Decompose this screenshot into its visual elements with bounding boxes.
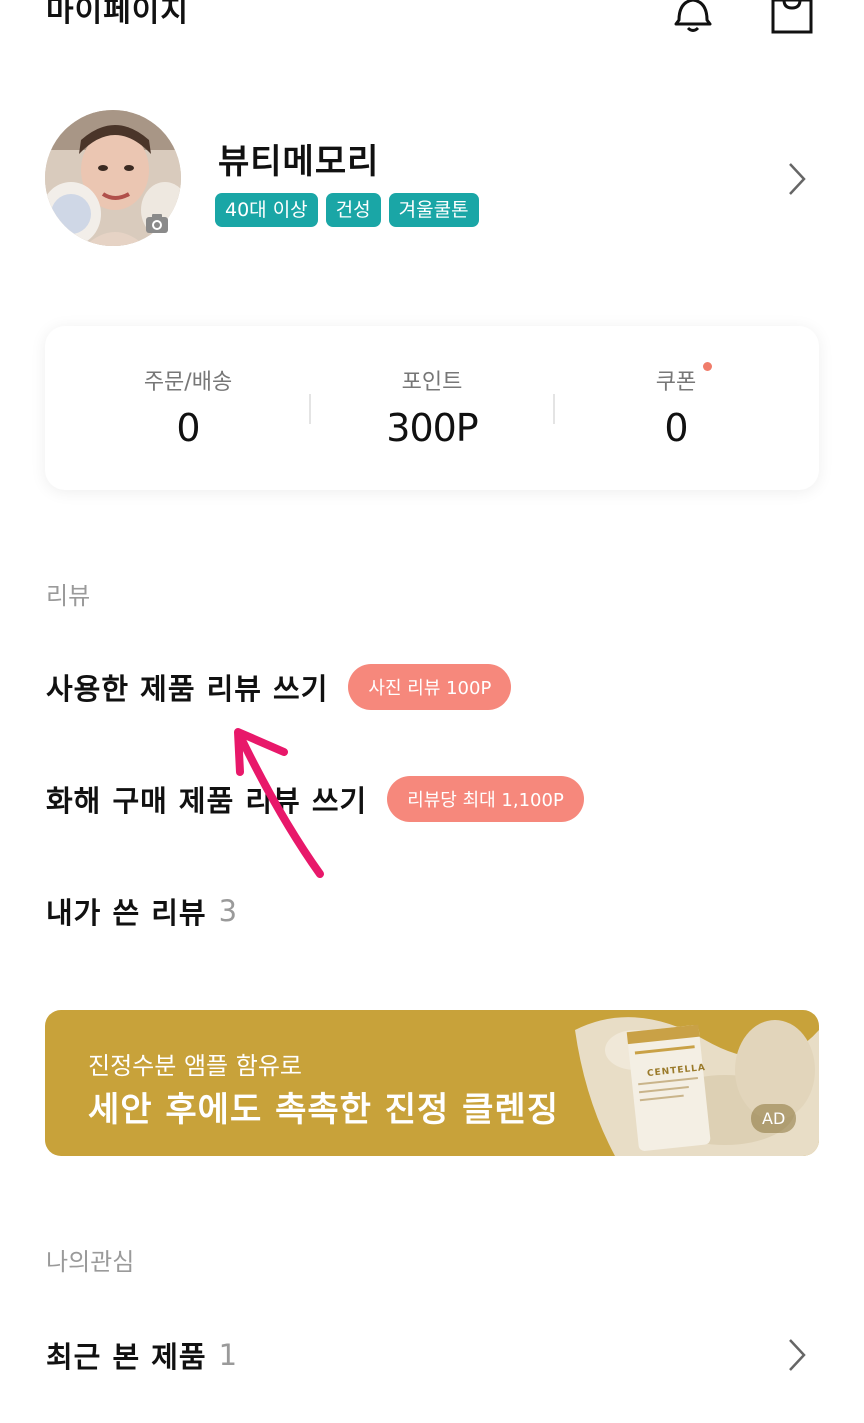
- stat-coupons[interactable]: 쿠폰 0: [556, 364, 796, 450]
- profile-tags: 40대 이상 건성 겨울쿨톤: [215, 193, 479, 227]
- ad-banner[interactable]: 진정수분 앰플 함유로 세안 후에도 촉촉한 진정 클렌징 CENTELLA A…: [45, 1010, 819, 1156]
- ad-badge: AD: [751, 1104, 797, 1133]
- camera-icon[interactable]: [138, 205, 176, 243]
- chevron-right-icon[interactable]: [786, 1336, 808, 1374]
- section-label-interest: 나의관심: [46, 1248, 135, 1276]
- shopping-bag-icon[interactable]: [769, 0, 815, 36]
- stat-points-label: 포인트: [401, 370, 463, 395]
- coupon-new-dot: [703, 362, 712, 371]
- menu-my-reviews-label: 내가 쓴 리뷰: [46, 896, 207, 930]
- section-label-review: 리뷰: [46, 582, 91, 610]
- stat-orders-value: 0: [176, 406, 200, 450]
- my-reviews-count: 3: [218, 894, 239, 928]
- stat-orders[interactable]: 주문/배송 0: [68, 364, 308, 450]
- stats-card: 주문/배송 0 포인트 300P 쿠폰 0: [45, 326, 819, 490]
- chevron-right-icon[interactable]: [786, 160, 808, 198]
- menu-write-used-review-label: 사용한 제품 리뷰 쓰기: [46, 672, 329, 706]
- review-reward-pill: 리뷰당 최대 1,100P: [387, 776, 584, 822]
- ad-banner-subtitle: 진정수분 앰플 함유로: [88, 1052, 302, 1080]
- menu-recently-viewed-label: 최근 본 제품: [46, 1340, 207, 1374]
- stat-points-value: 300P: [386, 406, 478, 450]
- menu-write-used-review[interactable]: 사용한 제품 리뷰 쓰기 사진 리뷰 100P: [46, 664, 512, 710]
- profile-tag-skin-type: 건성: [325, 193, 381, 227]
- annotation-arrow: [220, 718, 340, 888]
- stat-coupons-label: 쿠폰: [655, 370, 697, 395]
- recently-viewed-count: 1: [218, 1338, 239, 1372]
- stat-orders-label: 주문/배송: [143, 370, 233, 395]
- profile-tag-tone: 겨울쿨톤: [388, 193, 479, 227]
- menu-my-reviews[interactable]: 내가 쓴 리뷰 3: [46, 890, 238, 932]
- stat-divider: [553, 394, 555, 424]
- profile-tag-age: 40대 이상: [215, 193, 318, 227]
- my-page-screen: 마이페이지 뷰티메모리 40대 이상 건성 겨울쿨톤 주문/배송 0 포인트 3…: [0, 0, 864, 1423]
- profile-username[interactable]: 뷰티메모리: [218, 134, 379, 183]
- photo-review-pill: 사진 리뷰 100P: [348, 664, 512, 710]
- ad-banner-product-image: CENTELLA: [575, 1010, 819, 1156]
- page-title: 마이페이지: [46, 0, 189, 29]
- menu-recently-viewed[interactable]: 최근 본 제품 1: [46, 1334, 238, 1376]
- bell-icon[interactable]: [670, 0, 716, 36]
- stat-points[interactable]: 포인트 300P: [312, 364, 552, 450]
- stat-coupons-value: 0: [664, 406, 688, 450]
- ad-banner-title: 세안 후에도 촉촉한 진정 클렌징: [88, 1090, 559, 1130]
- stat-divider: [309, 394, 311, 424]
